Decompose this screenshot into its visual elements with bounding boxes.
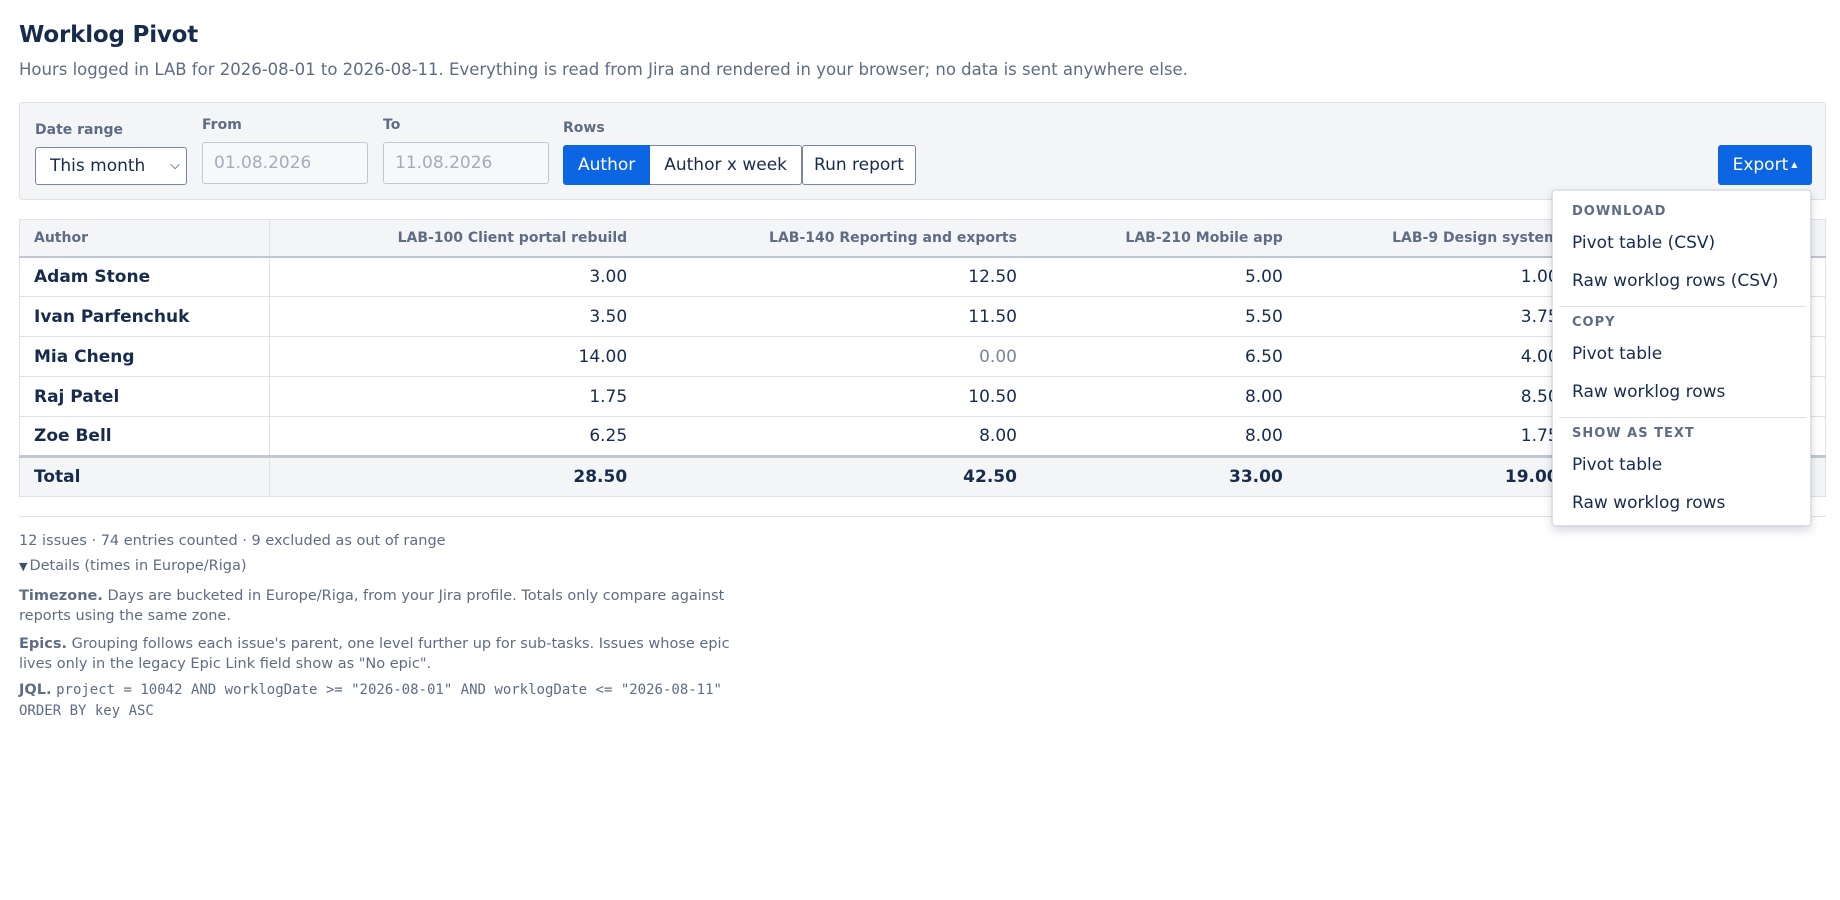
menu-item-download-raw-csv[interactable]: Raw worklog rows (CSV) [1572,271,1778,291]
total-cell: 28.50 [269,455,640,497]
author-cell: Adam Stone [19,256,270,297]
rows-author-button[interactable]: Author [563,145,651,185]
to-date-input[interactable]: 11.08.2026 [383,142,549,184]
jql-title: JQL. [19,682,52,698]
column-header[interactable]: LAB-140 Reporting and exports [639,219,1029,258]
from-date-input[interactable]: 01.08.2026 [202,142,368,184]
hours-cell: 3.75 [1294,296,1571,337]
rows-author-week-button[interactable]: Author x week [650,145,803,185]
author-cell: Raj Patel [19,376,270,417]
hours-cell: 8.00 [639,416,1029,457]
page-subtitle: Hours logged in LAB for 2026-08-01 to 20… [19,60,1188,79]
export-button[interactable]: Export ▲ [1718,145,1812,185]
report-toolbar: Date range This month ⌵ From 01.08.2026 … [19,102,1826,200]
epics-text: Grouping follows each issue's parent, on… [19,636,730,672]
hours-cell: 8.00 [1028,376,1295,417]
to-label: To [383,117,401,133]
date-range-select[interactable]: This month ⌵ [35,147,187,185]
column-header[interactable]: LAB-210 Mobile app [1028,219,1295,258]
hours-cell: 0.00 [639,336,1029,377]
chevron-down-icon: ⌵ [170,158,180,173]
total-cell: 42.50 [639,455,1029,497]
hours-cell: 1.75 [1294,416,1571,457]
timezone-title: Timezone. [19,588,103,604]
author-cell: Mia Cheng [19,336,270,377]
menu-section-show-as-text: SHOW AS TEXT [1572,426,1695,441]
column-header[interactable]: LAB-9 Design system [1294,219,1571,258]
hours-cell: 8.50 [1294,376,1571,417]
from-label: From [202,117,242,133]
hours-cell: 6.50 [1028,336,1295,377]
run-report-button[interactable]: Run report [802,145,916,185]
author-cell: Ivan Parfenchuk [19,296,270,337]
rows-toggle: Author Author x week [563,145,803,185]
hours-cell: 4.00 [1294,336,1571,377]
hours-cell: 10.50 [639,376,1029,417]
export-label: Export [1732,155,1789,175]
column-header[interactable]: Author [19,219,270,258]
hours-cell: 11.50 [639,296,1029,337]
hours-cell: 5.00 [1028,256,1295,297]
menu-separator [1559,306,1806,307]
author-cell: Zoe Bell [19,416,270,457]
menu-separator [1559,417,1806,418]
rows-label: Rows [563,120,605,136]
epics-note: Epics. Grouping follows each issue's par… [19,634,739,674]
menu-section-copy: COPY [1572,315,1616,330]
hours-cell: 5.50 [1028,296,1295,337]
timezone-note: Timezone. Days are bucketed in Europe/Ri… [19,586,739,626]
hours-cell: 6.25 [269,416,640,457]
menu-item-copy-raw[interactable]: Raw worklog rows [1572,382,1725,402]
page-title: Worklog Pivot [19,22,199,48]
epics-title: Epics. [19,636,67,652]
details-label: Details (times in Europe/Riga) [29,558,247,574]
menu-item-text-pivot[interactable]: Pivot table [1572,455,1662,475]
hours-cell: 1.00 [1294,256,1571,297]
caret-up-icon: ▲ [1791,160,1798,169]
column-header[interactable]: LAB-100 Client portal rebuild [269,219,640,258]
menu-item-download-pivot-csv[interactable]: Pivot table (CSV) [1572,233,1715,253]
timezone-text: Days are bucketed in Europe/Riga, from y… [19,588,725,624]
menu-item-copy-pivot[interactable]: Pivot table [1572,344,1662,364]
date-range-value: This month [50,156,146,176]
hours-cell: 14.00 [269,336,640,377]
hours-cell: 12.50 [639,256,1029,297]
menu-item-text-raw[interactable]: Raw worklog rows [1572,493,1725,513]
hours-cell: 3.00 [269,256,640,297]
hours-cell: 3.50 [269,296,640,337]
date-range-label: Date range [35,122,123,138]
report-summary: 12 issues · 74 entries counted · 9 exclu… [19,533,446,549]
hours-cell: 1.75 [269,376,640,417]
details-toggle[interactable]: ▼ Details (times in Europe/Riga) [19,558,246,574]
total-cell: 19.00 [1294,455,1571,497]
total-label: Total [19,455,270,497]
triangle-down-icon: ▼ [19,560,28,573]
export-menu: DOWNLOAD Pivot table (CSV) Raw worklog r… [1552,190,1811,526]
hours-cell: 8.00 [1028,416,1295,457]
menu-section-download: DOWNLOAD [1572,204,1667,219]
jql-query: project = 10042 AND worklogDate >= "2026… [19,682,722,719]
jql-note: JQL. project = 10042 AND worklogDate >= … [19,680,759,722]
total-cell: 33.00 [1028,455,1295,497]
